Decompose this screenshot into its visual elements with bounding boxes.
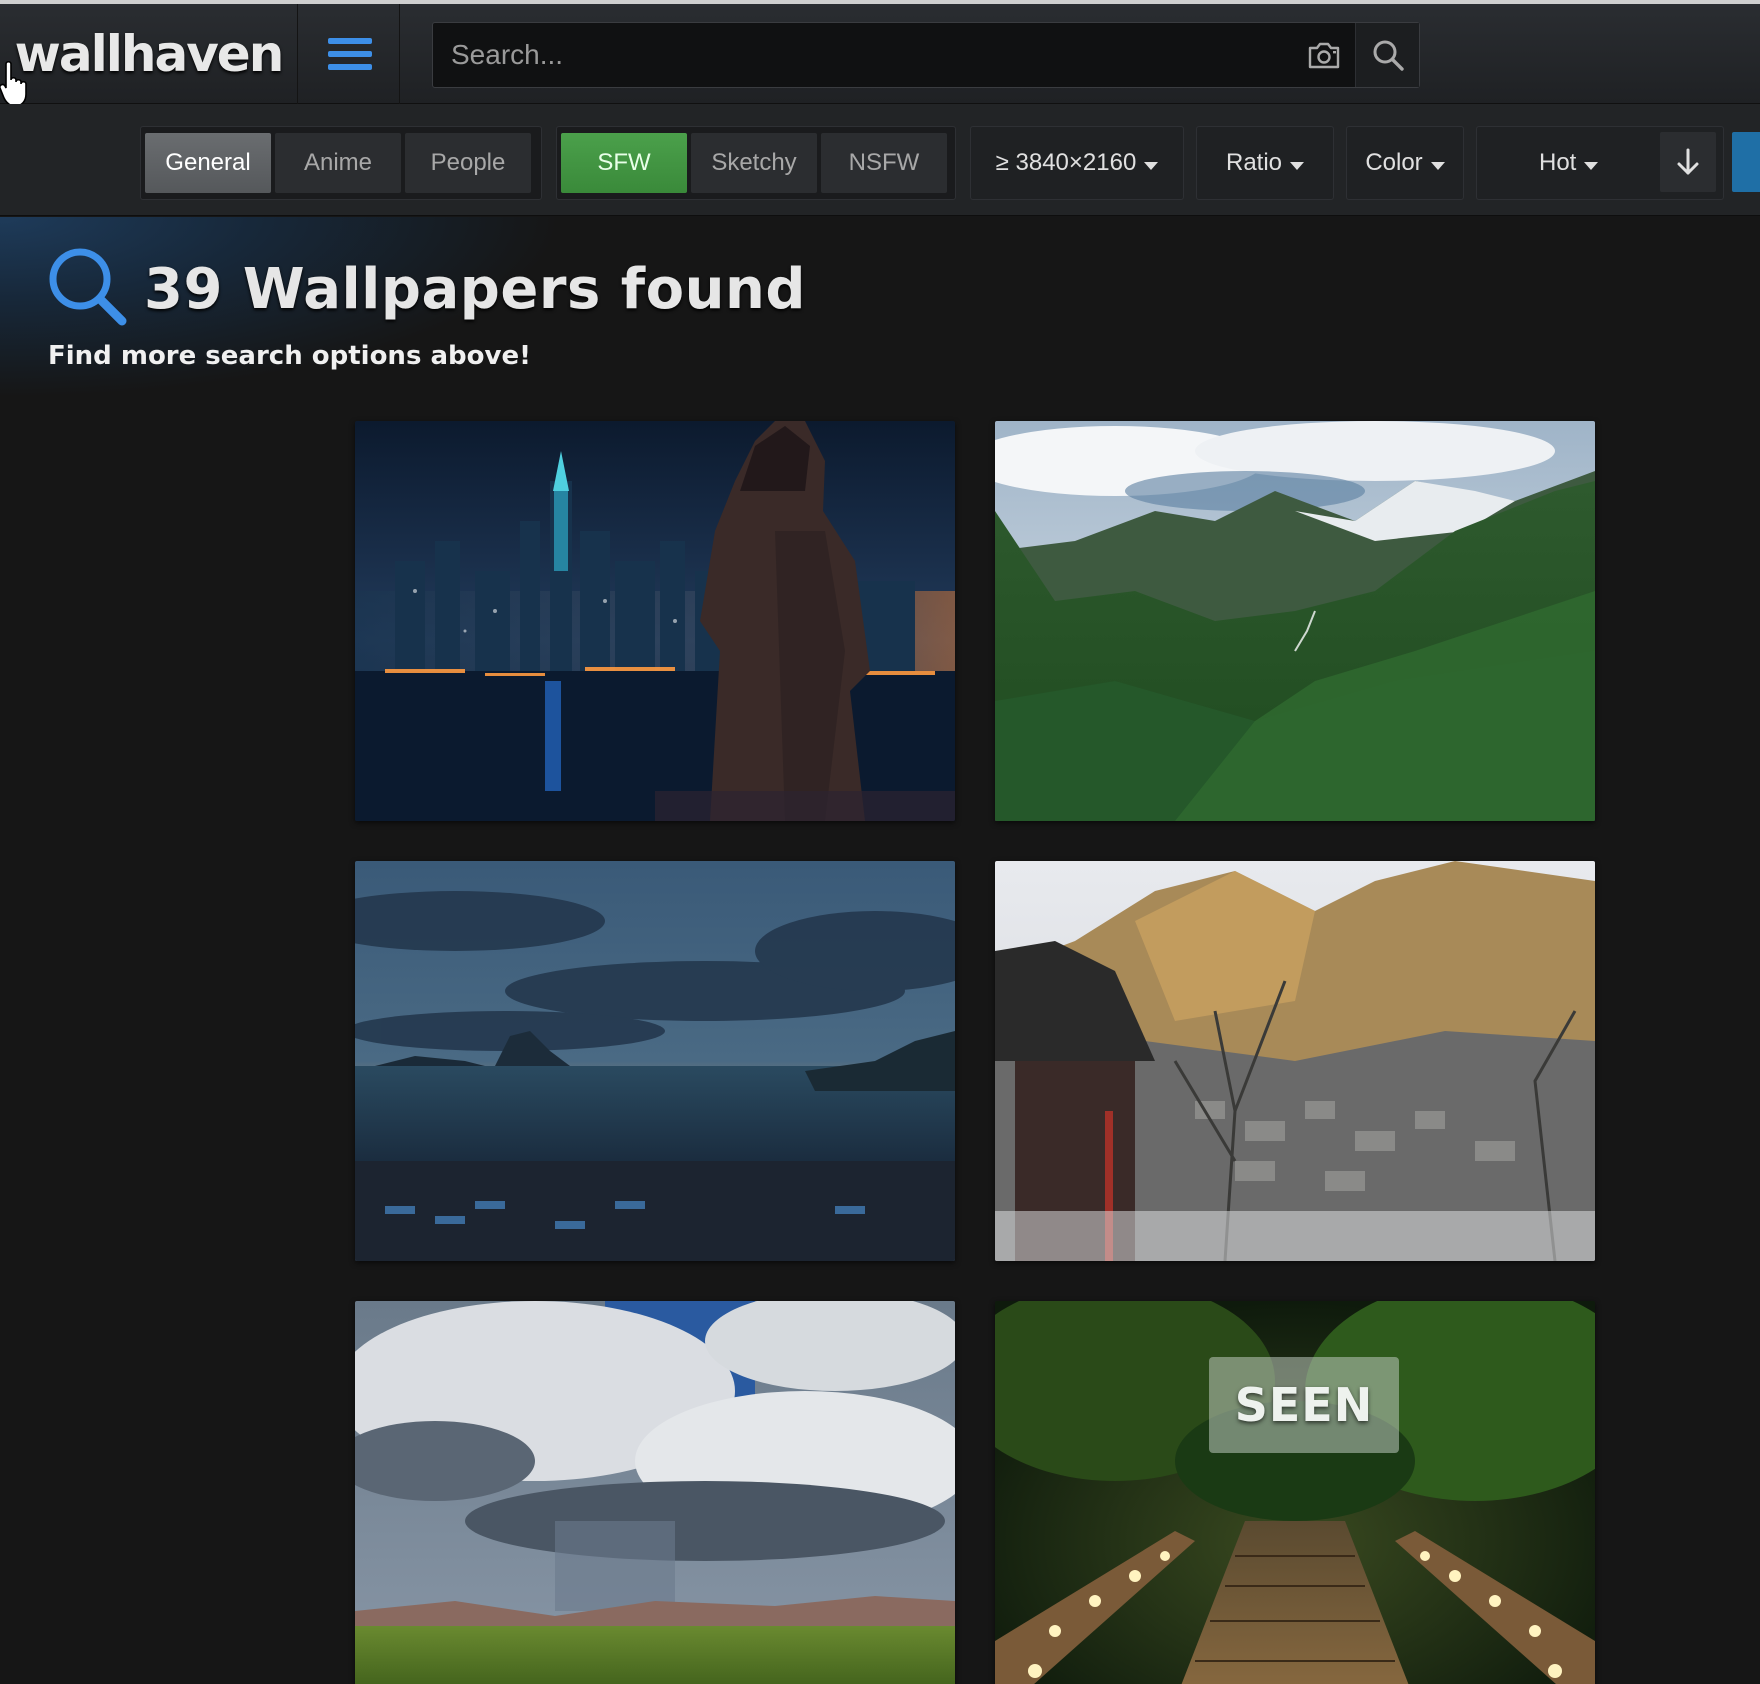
category-general-button[interactable]: General [145, 133, 271, 193]
ratio-dropdown[interactable]: Ratio [1196, 126, 1334, 200]
arrow-down-icon [1677, 148, 1699, 175]
search-button[interactable] [1355, 23, 1419, 87]
wallpaper-image [355, 1301, 955, 1684]
filter-bar: General Anime People SFW Sketchy NSFW ≥ … [0, 104, 1760, 216]
color-label: Color [1365, 149, 1423, 176]
camera-icon [1308, 42, 1340, 69]
caret-down-icon [1430, 162, 1445, 170]
ratio-label: Ratio [1225, 149, 1283, 176]
search-icon [1373, 40, 1404, 71]
sorting-label: Hot [1539, 149, 1577, 176]
search-input[interactable] [433, 23, 1293, 87]
purity-filter-group: SFW Sketchy NSFW [556, 126, 956, 200]
wallpaper-image [995, 861, 1595, 1261]
hand-cursor-icon [0, 60, 27, 107]
menu-icon [327, 31, 372, 77]
purity-sfw-button[interactable]: SFW [561, 133, 687, 193]
purity-sketchy-button[interactable]: Sketchy [691, 133, 817, 193]
category-filter-group: General Anime People [140, 126, 542, 200]
sort-order-button[interactable] [1660, 132, 1716, 192]
wallpaper-thumbnail[interactable] [355, 1301, 955, 1684]
results-heading: 39 Wallpapers found Find more search opt… [0, 217, 1760, 417]
search-icon [49, 248, 127, 326]
color-dropdown[interactable]: Color [1346, 126, 1464, 200]
logo[interactable]: wallhaven [0, 4, 298, 104]
results-subtitle: Find more search options above! [48, 341, 531, 371]
wallpaper-image [995, 421, 1595, 821]
resolution-label: ≥ 3840×2160 [995, 149, 1137, 176]
caret-down-icon [1144, 162, 1159, 170]
menu-button[interactable] [300, 4, 400, 104]
submit-search-button[interactable] [1732, 132, 1760, 192]
wallpaper-image [355, 421, 955, 821]
caret-down-icon [1290, 162, 1305, 170]
top-header: wallhaven [0, 0, 1760, 104]
wallpaper-image [355, 861, 955, 1261]
wallpaper-thumbnail[interactable] [355, 421, 955, 821]
results-count-title: 39 Wallpapers found [144, 257, 806, 322]
search-box [432, 22, 1420, 88]
image-search-button[interactable] [1293, 23, 1355, 87]
wallpaper-thumbnail[interactable] [995, 421, 1595, 821]
category-anime-button[interactable]: Anime [275, 133, 401, 193]
wallpaper-thumbnail[interactable]: SEEN [995, 1301, 1595, 1684]
purity-nsfw-button[interactable]: NSFW [821, 133, 947, 193]
resolution-dropdown[interactable]: ≥ 3840×2160 [970, 126, 1184, 200]
category-people-button[interactable]: People [405, 133, 531, 193]
seen-badge: SEEN [1209, 1357, 1399, 1453]
wallpaper-thumbnail[interactable] [995, 861, 1595, 1261]
wallpaper-thumbnail[interactable] [355, 861, 955, 1261]
caret-down-icon [1584, 162, 1599, 170]
